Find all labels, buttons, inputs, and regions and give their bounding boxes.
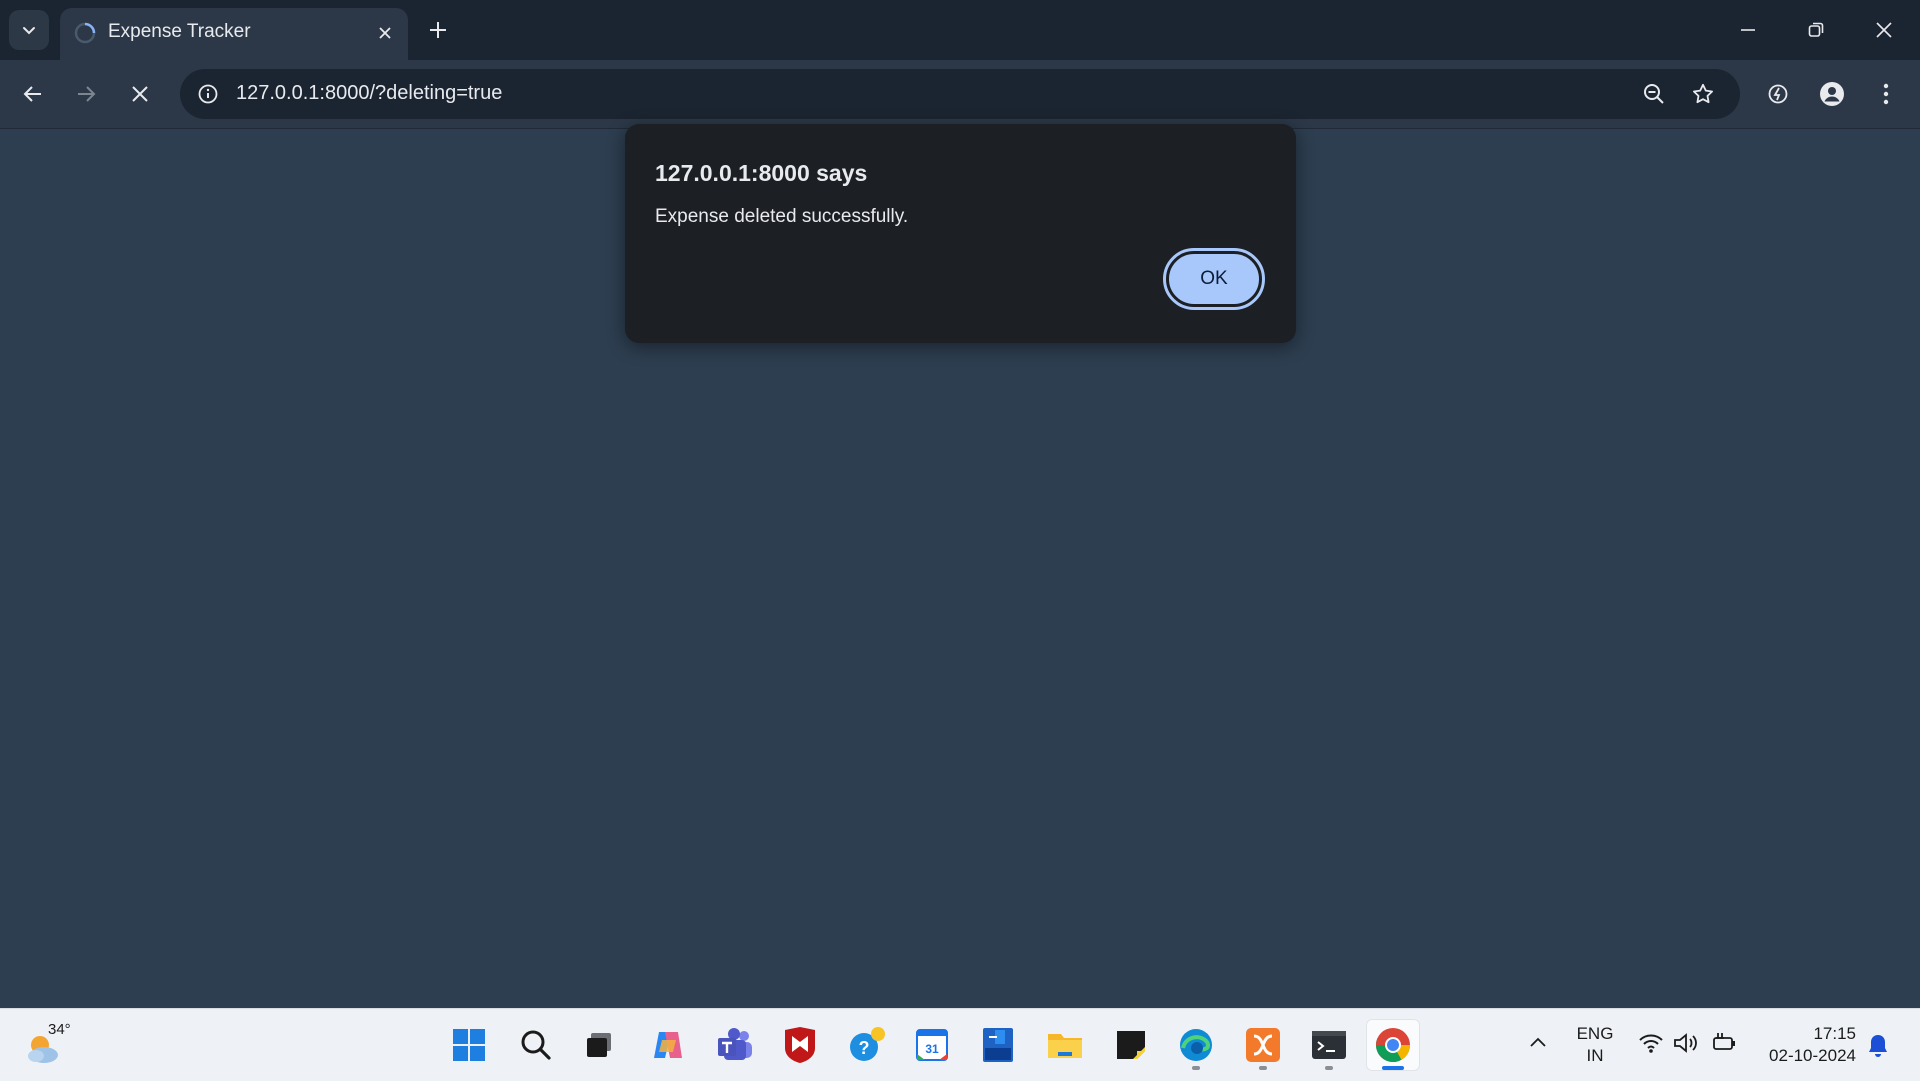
volume-status[interactable] xyxy=(1672,1031,1700,1060)
terminal-icon xyxy=(1312,1031,1346,1059)
weather-temperature: 34° xyxy=(48,1021,71,1038)
xampp-icon xyxy=(1246,1028,1280,1062)
performance-button[interactable] xyxy=(1760,76,1796,112)
forward-button[interactable] xyxy=(68,76,104,112)
chevron-down-icon xyxy=(23,27,35,35)
info-icon xyxy=(198,84,218,104)
tab-title: Expense Tracker xyxy=(108,21,251,42)
dialog-message: Expense deleted successfully. xyxy=(655,206,909,227)
clock-date: 02-10-2024 xyxy=(1769,1046,1856,1065)
close-icon xyxy=(132,86,148,102)
teams-button[interactable] xyxy=(708,1019,762,1071)
address-bar[interactable]: 127.0.0.1:8000/?deleting=true xyxy=(180,69,1740,119)
word-app-button[interactable] xyxy=(971,1019,1025,1071)
chevron-up-icon xyxy=(1530,1037,1546,1047)
file-explorer-icon xyxy=(1048,1034,1082,1058)
edge-button[interactable] xyxy=(1169,1019,1223,1071)
alert-dialog: 127.0.0.1:8000 says Expense deleted succ… xyxy=(625,124,1296,343)
start-icon xyxy=(453,1029,485,1061)
xampp-button[interactable] xyxy=(1236,1019,1290,1071)
mcafee-button[interactable] xyxy=(773,1019,827,1071)
site-info-button[interactable] xyxy=(192,78,224,110)
close-window-button[interactable] xyxy=(1856,8,1912,52)
start-button[interactable] xyxy=(442,1019,496,1071)
language-indicator[interactable]: ENG IN xyxy=(1570,1023,1620,1067)
volume-icon xyxy=(1674,1033,1697,1053)
url-text[interactable]: 127.0.0.1:8000/?deleting=true xyxy=(236,82,502,105)
bell-icon xyxy=(1869,1035,1887,1057)
minimize-button[interactable] xyxy=(1720,8,1776,52)
task-view-button[interactable] xyxy=(572,1019,626,1071)
sticky-notes-icon xyxy=(1117,1031,1145,1059)
running-indicator xyxy=(1325,1066,1333,1070)
notifications-button[interactable] xyxy=(1866,1033,1890,1064)
edge-icon xyxy=(1180,1029,1212,1061)
minimize-icon xyxy=(1741,29,1755,31)
clock[interactable]: 17:15 02-10-2024 xyxy=(1752,1023,1856,1067)
zoom-out-icon xyxy=(1644,84,1664,104)
browser-toolbar: 127.0.0.1:8000/?deleting=true xyxy=(0,60,1920,129)
performance-icon xyxy=(1768,84,1788,104)
calendar-icon: 31 xyxy=(916,1029,948,1061)
arrow-right-icon xyxy=(78,86,96,102)
svg-text:?: ? xyxy=(859,1038,870,1058)
restore-icon xyxy=(1808,22,1824,37)
file-explorer-button[interactable] xyxy=(1038,1019,1092,1071)
battery-charging-icon xyxy=(1713,1033,1735,1050)
menu-button[interactable] xyxy=(1868,76,1904,112)
ok-button[interactable]: OK xyxy=(1163,248,1265,310)
copilot-button[interactable] xyxy=(641,1019,695,1071)
close-icon xyxy=(1876,22,1892,38)
search-icon xyxy=(521,1030,551,1060)
star-icon xyxy=(1693,83,1713,104)
zoom-button[interactable] xyxy=(1638,78,1670,110)
restore-button[interactable] xyxy=(1788,8,1844,52)
taskbar: 34° ? 31 ENG IN 17:15 02-10-2024 xyxy=(0,1008,1920,1081)
tab-strip: Expense Tracker xyxy=(0,0,1920,60)
tab-search-button[interactable] xyxy=(9,10,49,50)
chrome-button[interactable] xyxy=(1366,1019,1420,1071)
sticky-notes-button[interactable] xyxy=(1104,1019,1158,1071)
weather-widget[interactable]: 34° xyxy=(22,1019,82,1071)
region-code: IN xyxy=(1586,1046,1604,1065)
svg-text:31: 31 xyxy=(925,1042,939,1056)
active-indicator xyxy=(1382,1066,1404,1070)
taskbar-search-button[interactable] xyxy=(509,1019,563,1071)
profile-button[interactable] xyxy=(1814,76,1850,112)
show-hidden-icons-button[interactable] xyxy=(1528,1033,1548,1058)
teams-icon xyxy=(718,1028,752,1060)
language-code: ENG xyxy=(1576,1024,1614,1043)
plus-icon xyxy=(430,22,446,38)
running-indicator xyxy=(1192,1066,1200,1070)
tips-icon: ? xyxy=(850,1027,885,1061)
task-view-icon xyxy=(587,1033,611,1057)
clock-time: 17:15 xyxy=(1813,1024,1856,1043)
tab-close-button[interactable] xyxy=(372,20,398,46)
stop-loading-button[interactable] xyxy=(122,76,158,112)
profile-icon xyxy=(1820,82,1844,106)
wifi-icon xyxy=(1639,1034,1663,1053)
copilot-icon xyxy=(654,1032,682,1058)
back-button[interactable] xyxy=(15,76,51,112)
close-icon xyxy=(379,27,391,39)
dialog-title: 127.0.0.1:8000 says xyxy=(655,160,868,186)
chrome-icon xyxy=(1376,1028,1410,1062)
tab-expense-tracker[interactable]: Expense Tracker xyxy=(60,8,408,60)
new-tab-button[interactable] xyxy=(422,14,454,46)
word-app-icon xyxy=(983,1028,1013,1062)
loading-spinner-icon xyxy=(74,22,96,44)
battery-status[interactable] xyxy=(1710,1031,1738,1060)
mcafee-icon xyxy=(785,1027,815,1063)
calendar-button[interactable]: 31 xyxy=(905,1019,959,1071)
tips-button[interactable]: ? xyxy=(840,1019,894,1071)
terminal-button[interactable] xyxy=(1302,1019,1356,1071)
bookmark-button[interactable] xyxy=(1687,78,1719,110)
wifi-status[interactable] xyxy=(1638,1031,1664,1060)
arrow-left-icon xyxy=(23,86,41,102)
more-vertical-icon xyxy=(1883,83,1889,105)
running-indicator xyxy=(1259,1066,1267,1070)
